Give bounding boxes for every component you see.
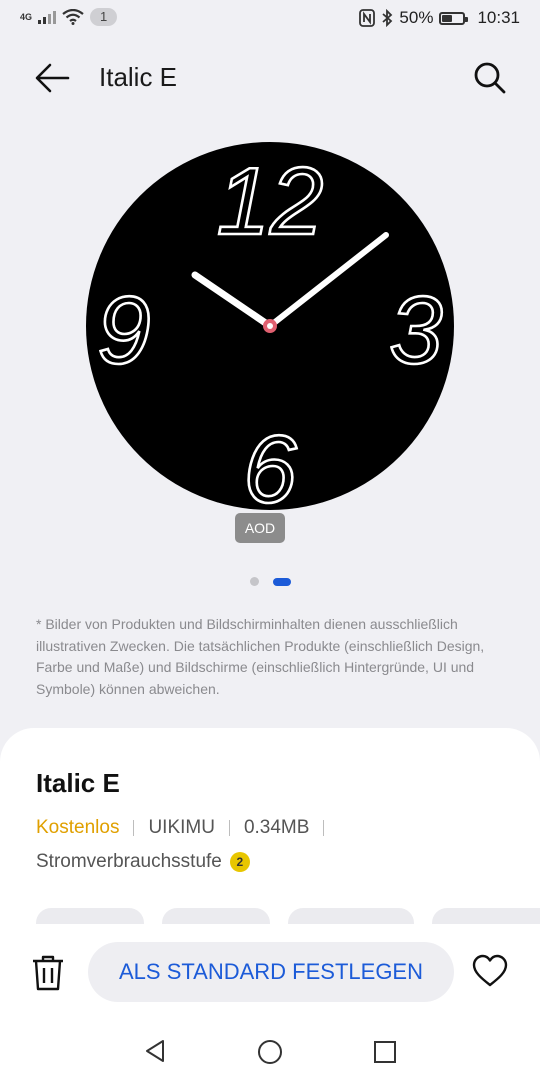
tag-chip[interactable] <box>432 908 540 924</box>
heart-icon[interactable] <box>472 954 508 988</box>
set-as-default-button[interactable]: ALS STANDARD FESTLEGEN <box>88 942 454 1002</box>
aod-label[interactable]: AOD <box>235 513 285 543</box>
nav-home-icon[interactable] <box>257 1039 283 1065</box>
author-label[interactable]: UIKIMU <box>148 817 215 839</box>
divider <box>228 820 230 836</box>
wifi-icon <box>62 9 84 25</box>
tag-chip[interactable] <box>162 908 270 924</box>
divider <box>133 820 135 836</box>
divider <box>323 820 325 836</box>
status-right: 50% 10:31 <box>359 8 520 28</box>
page-indicator <box>0 577 540 586</box>
arrow-left-icon[interactable] <box>32 60 72 96</box>
tag-chip[interactable] <box>36 908 144 924</box>
watch-face-name: Italic E <box>36 768 120 798</box>
nav-back-icon[interactable] <box>142 1038 168 1064</box>
power-row: Stromverbrauchsstufe 2 <box>36 851 250 873</box>
nfc-icon <box>359 9 376 27</box>
page-title: Italic E <box>99 62 178 92</box>
numeral-3: 3 <box>389 277 442 384</box>
power-level-badge: 2 <box>229 852 250 872</box>
trash-icon[interactable] <box>30 954 66 992</box>
signal-icon <box>38 11 57 24</box>
network-type: 4G <box>20 12 33 22</box>
system-nav-bar <box>0 1028 540 1080</box>
status-left: 4G 1 <box>20 8 118 26</box>
app-bar: Italic E <box>0 46 540 110</box>
price-label: Kostenlos <box>36 817 120 838</box>
tag-chip[interactable] <box>288 908 414 924</box>
action-bar: ALS STANDARD FESTLEGEN <box>0 924 540 1080</box>
size-label: 0.34MB <box>243 817 310 838</box>
numeral-6: 6 <box>243 416 297 510</box>
notification-badge: 1 <box>90 8 118 26</box>
battery-icon <box>439 11 469 25</box>
bluetooth-icon <box>382 9 393 27</box>
page-dot-2[interactable] <box>272 577 291 586</box>
power-label: Stromverbrauchsstufe <box>36 851 222 872</box>
tag-chips <box>36 908 540 924</box>
page-dot-1[interactable] <box>249 577 259 586</box>
watch-face-preview[interactable]: 12 3 6 9 <box>86 142 454 510</box>
numeral-9: 9 <box>97 277 150 384</box>
meta-row: Kostenlos UIKIMU 0.34MB <box>36 817 338 839</box>
disclaimer-text: * Bilder von Produkten und Bildschirminh… <box>36 616 485 697</box>
status-bar: 4G 1 50% 10:31 <box>0 0 540 38</box>
numeral-12: 12 <box>217 148 324 255</box>
clock: 10:31 <box>477 8 520 27</box>
search-icon[interactable] <box>472 60 508 96</box>
nav-recents-icon[interactable] <box>373 1040 397 1064</box>
battery-percent: 50% <box>399 8 434 27</box>
